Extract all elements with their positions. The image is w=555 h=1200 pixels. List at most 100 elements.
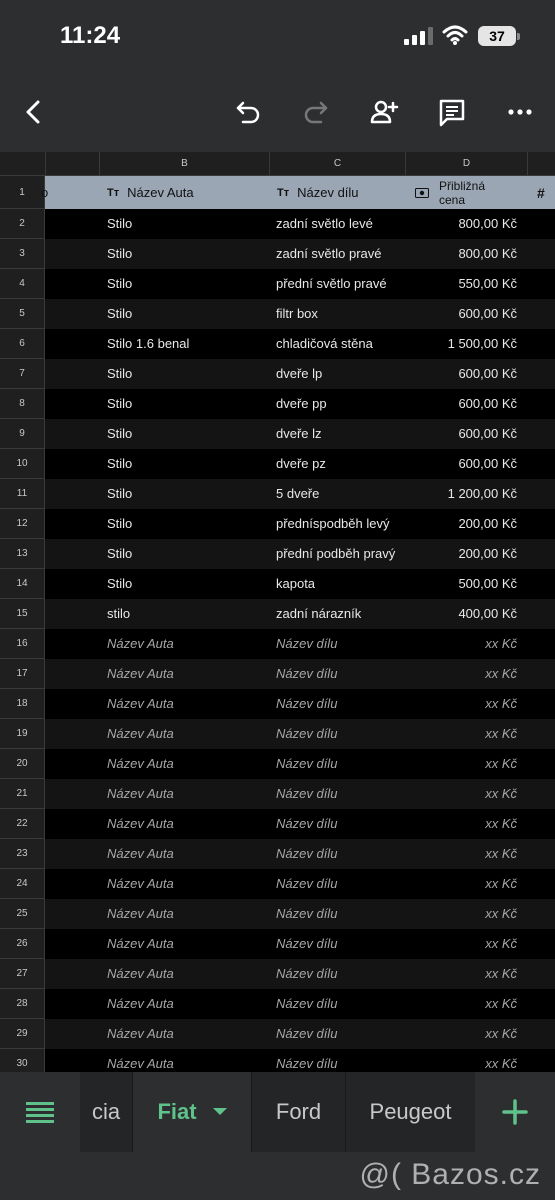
cell-d[interactable]: 600,00 Kč xyxy=(405,389,517,419)
cell-c[interactable]: přední podběh pravý xyxy=(276,539,411,569)
cell-d[interactable]: 600,00 Kč xyxy=(405,449,517,479)
cell-c[interactable]: Název dílu xyxy=(276,869,411,899)
row-header[interactable]: 23 xyxy=(0,839,45,869)
cell-b[interactable]: Stilo xyxy=(107,359,272,389)
cell-c[interactable]: Název dílu xyxy=(276,1019,411,1049)
row-header[interactable]: 29 xyxy=(0,1019,45,1049)
cell-b[interactable]: Stilo 1.6 benal xyxy=(107,329,272,359)
cell-b[interactable]: Název Auta xyxy=(107,839,272,869)
cell-b[interactable]: Název Auta xyxy=(107,989,272,1019)
comment-icon[interactable] xyxy=(432,92,472,132)
cell-d[interactable]: 550,00 Kč xyxy=(405,269,517,299)
undo-icon[interactable] xyxy=(228,92,268,132)
column-header-d[interactable]: D xyxy=(405,152,527,176)
row-header[interactable]: 5 xyxy=(0,299,45,329)
cell-b[interactable]: Stilo xyxy=(107,569,272,599)
cell-c[interactable]: Název dílu xyxy=(276,929,411,959)
row-header[interactable]: 4 xyxy=(0,269,45,299)
column-header-a[interactable] xyxy=(45,152,99,176)
cell-c[interactable]: Název dílu xyxy=(276,1049,411,1072)
cell-d[interactable]: xx Kč xyxy=(405,929,517,959)
cell-b[interactable]: Název Auta xyxy=(107,719,272,749)
cell-d[interactable]: xx Kč xyxy=(405,749,517,779)
cell-d[interactable]: xx Kč xyxy=(405,899,517,929)
row-header[interactable]: 11 xyxy=(0,479,45,509)
header-cell-b[interactable]: Tт Název Auta xyxy=(107,176,194,209)
cell-d[interactable]: xx Kč xyxy=(405,959,517,989)
row-header[interactable]: 10 xyxy=(0,449,45,479)
cell-d[interactable]: xx Kč xyxy=(405,659,517,689)
add-person-icon[interactable] xyxy=(364,92,404,132)
row-header[interactable]: 15 xyxy=(0,599,45,629)
cell-c[interactable]: kapota xyxy=(276,569,411,599)
cell-c[interactable]: zadní nárazník xyxy=(276,599,411,629)
header-cell-a-fragment[interactable]: o xyxy=(41,176,48,209)
cell-d[interactable]: 1 200,00 Kč xyxy=(405,479,517,509)
cell-c[interactable]: filtr box xyxy=(276,299,411,329)
redo-icon[interactable] xyxy=(296,92,336,132)
cell-d[interactable]: xx Kč xyxy=(405,779,517,809)
cell-d[interactable]: xx Kč xyxy=(405,1049,517,1072)
cell-b[interactable]: Stilo xyxy=(107,239,272,269)
cell-b[interactable]: Název Auta xyxy=(107,929,272,959)
cell-b[interactable]: Název Auta xyxy=(107,1049,272,1072)
more-icon[interactable] xyxy=(500,92,540,132)
cell-d[interactable]: 600,00 Kč xyxy=(405,299,517,329)
cell-d[interactable]: 200,00 Kč xyxy=(405,539,517,569)
header-cell-c[interactable]: Tт Název dílu xyxy=(277,176,359,209)
cell-c[interactable]: 5 dveře xyxy=(276,479,411,509)
header-cell-e-fragment[interactable]: # xyxy=(537,176,545,209)
cell-d[interactable]: 1 500,00 Kč xyxy=(405,329,517,359)
row-header[interactable]: 8 xyxy=(0,389,45,419)
cell-b[interactable]: Stilo xyxy=(107,539,272,569)
row-header[interactable]: 22 xyxy=(0,809,45,839)
cell-d[interactable]: xx Kč xyxy=(405,629,517,659)
row-header[interactable]: 20 xyxy=(0,749,45,779)
cell-b[interactable]: Stilo xyxy=(107,269,272,299)
cell-b[interactable]: Stilo xyxy=(107,509,272,539)
row-header[interactable]: 14 xyxy=(0,569,45,599)
cell-c[interactable]: zadní světlo levé xyxy=(276,209,411,239)
cell-b[interactable]: Název Auta xyxy=(107,1019,272,1049)
cell-b[interactable]: Název Auta xyxy=(107,659,272,689)
cell-d[interactable]: 800,00 Kč xyxy=(405,239,517,269)
cell-d[interactable]: xx Kč xyxy=(405,989,517,1019)
row-header[interactable]: 19 xyxy=(0,719,45,749)
sheet-tab-peugeot[interactable]: Peugeot xyxy=(346,1072,475,1152)
cell-c[interactable]: Název dílu xyxy=(276,839,411,869)
cell-c[interactable]: dveře lz xyxy=(276,419,411,449)
cell-b[interactable]: Stilo xyxy=(107,209,272,239)
row-header[interactable]: 27 xyxy=(0,959,45,989)
add-sheet-icon[interactable] xyxy=(475,1072,555,1152)
row-header[interactable]: 7 xyxy=(0,359,45,389)
cell-d[interactable]: 500,00 Kč xyxy=(405,569,517,599)
cell-c[interactable]: Název dílu xyxy=(276,989,411,1019)
row-header[interactable]: 26 xyxy=(0,929,45,959)
row-header[interactable]: 12 xyxy=(0,509,45,539)
column-header-c[interactable]: C xyxy=(269,152,405,176)
cell-b[interactable]: Název Auta xyxy=(107,869,272,899)
cell-c[interactable]: Název dílu xyxy=(276,779,411,809)
cell-b[interactable]: Název Auta xyxy=(107,899,272,929)
cell-b[interactable]: stilo xyxy=(107,599,272,629)
cell-b[interactable]: Název Auta xyxy=(107,779,272,809)
cell-c[interactable]: Název dílu xyxy=(276,659,411,689)
cell-c[interactable]: Název dílu xyxy=(276,959,411,989)
cell-b[interactable]: Název Auta xyxy=(107,689,272,719)
cell-c[interactable]: Název dílu xyxy=(276,629,411,659)
cell-c[interactable]: Název dílu xyxy=(276,899,411,929)
cell-b[interactable]: Stilo xyxy=(107,389,272,419)
cell-c[interactable]: přední světlo pravé xyxy=(276,269,411,299)
cell-d[interactable]: 200,00 Kč xyxy=(405,509,517,539)
cell-d[interactable]: xx Kč xyxy=(405,1019,517,1049)
row-header[interactable]: 24 xyxy=(0,869,45,899)
spreadsheet-grid[interactable]: B C D 1 o Tт Název Auta Tт Název dílu Př… xyxy=(0,152,555,1072)
sheet-tab-fiat[interactable]: Fiat xyxy=(133,1072,251,1152)
row-header[interactable]: 9 xyxy=(0,419,45,449)
cell-d[interactable]: 600,00 Kč xyxy=(405,359,517,389)
cell-d[interactable]: 400,00 Kč xyxy=(405,599,517,629)
cell-c[interactable]: dveře pp xyxy=(276,389,411,419)
cell-c[interactable]: dveře lp xyxy=(276,359,411,389)
cell-b[interactable]: Stilo xyxy=(107,299,272,329)
cell-c[interactable]: Název dílu xyxy=(276,809,411,839)
